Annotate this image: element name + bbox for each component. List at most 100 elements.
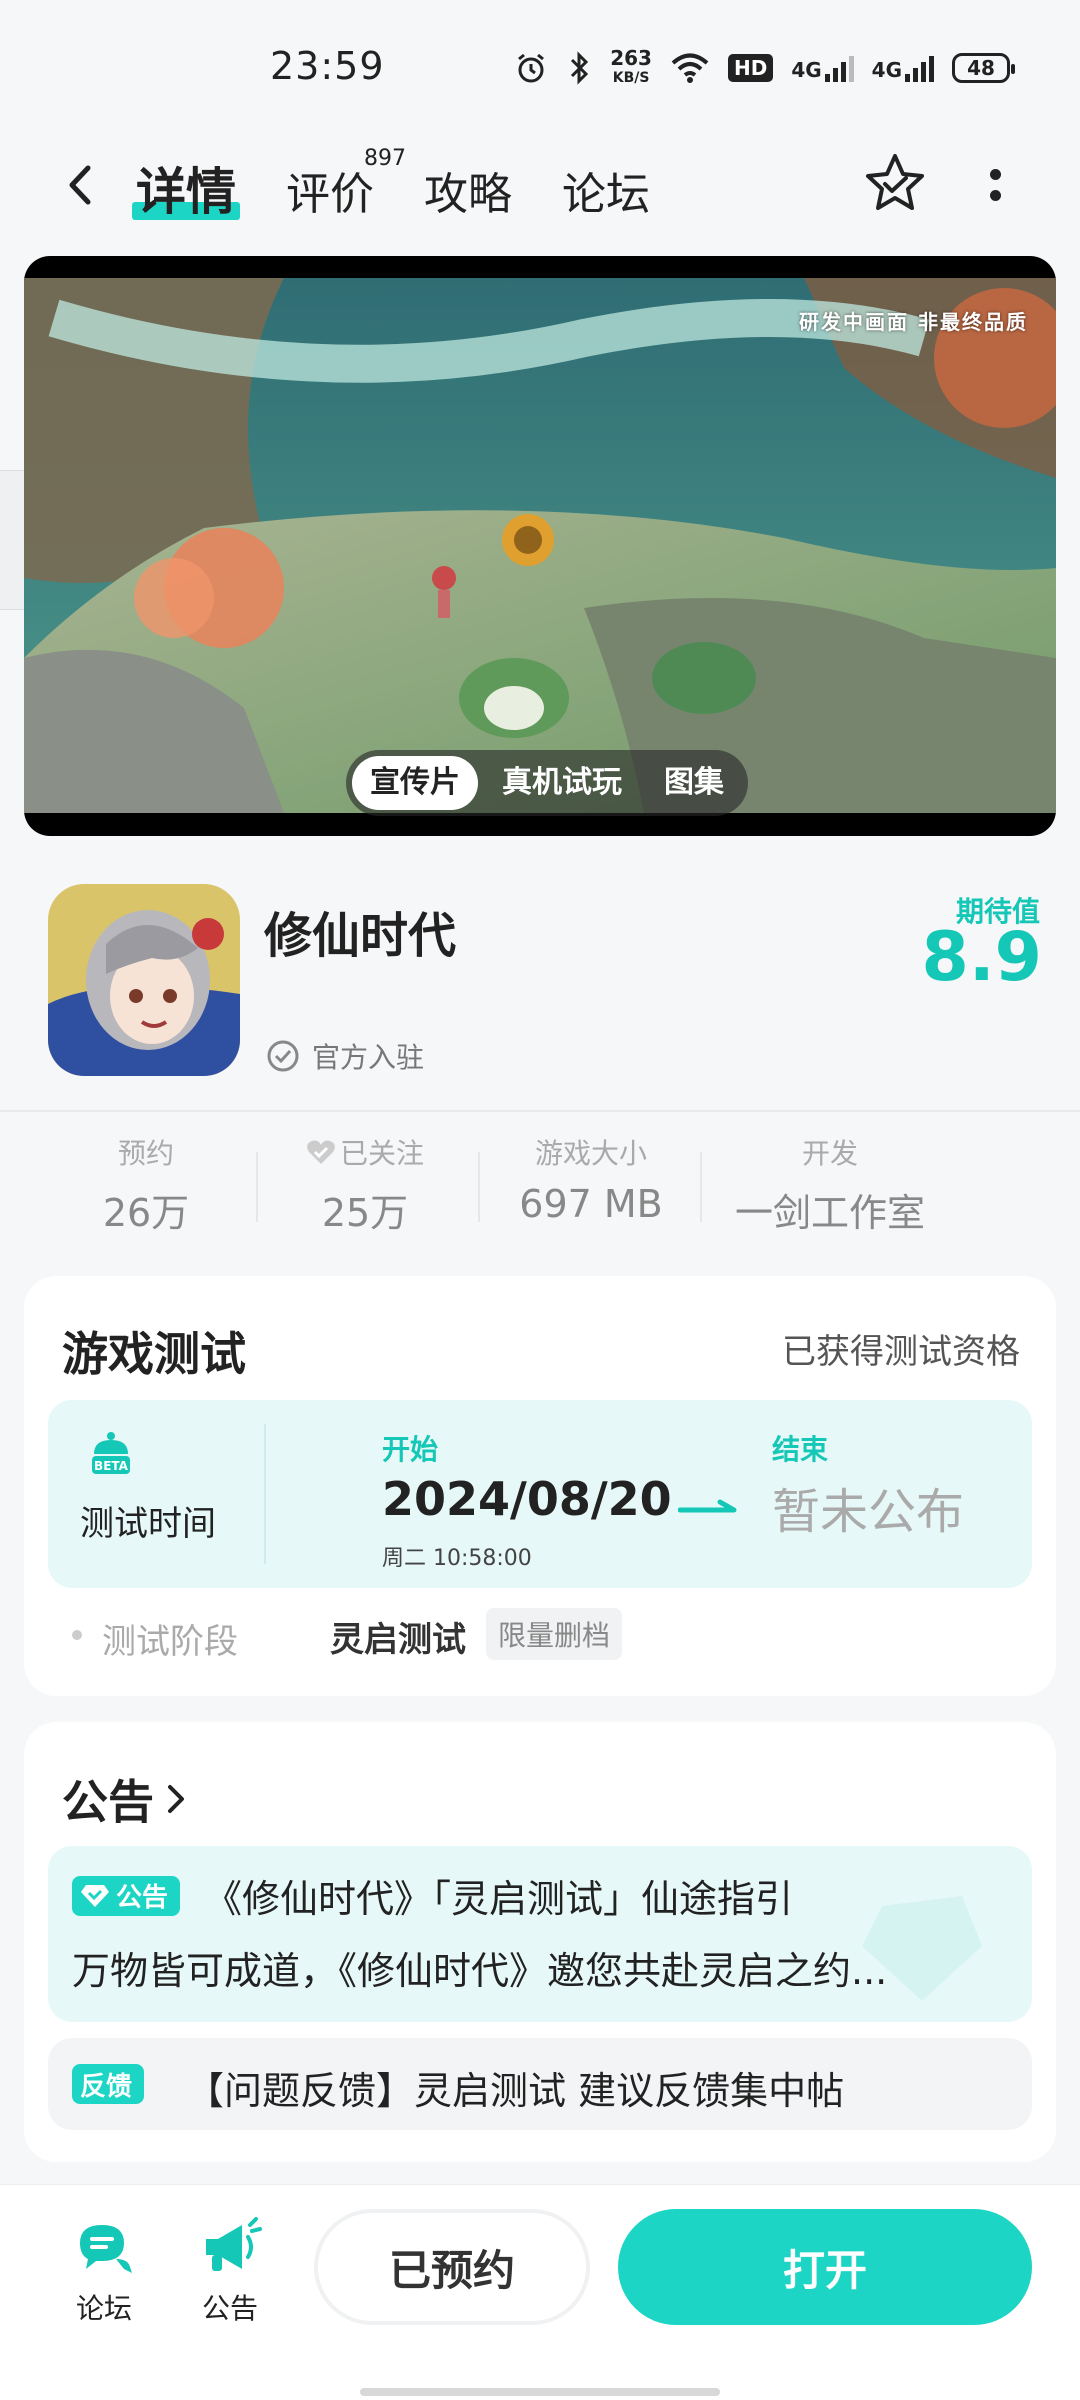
net-speed: 263 KB/S [610, 48, 652, 88]
tab-guides-label: 攻略 [424, 169, 512, 220]
game-test-card: 游戏测试 已获得测试资格 BETA 测试时间 开始 2024/08/20 周二 … [24, 1276, 1056, 1696]
forum-button[interactable]: 论坛 [64, 2215, 144, 2327]
notice-card: 公告 公告 《修仙时代》「灵启测试」仙途指引 万物皆可成道，《修仙时代》邀您共赴… [24, 1722, 1056, 2162]
section-divider [0, 1110, 1080, 1112]
stat-developer[interactable]: 开发 一剑工作室 [720, 1132, 940, 1237]
favorite-star-icon[interactable] [860, 148, 930, 218]
battery-icon: 48 [952, 53, 1015, 83]
game-title: 修仙时代 [264, 908, 457, 964]
test-phase-label: 测试阶段 [102, 1622, 238, 1662]
start-date: 2024/08/20 [382, 1472, 672, 1526]
stat-game-size: 游戏大小 697 MB [506, 1132, 676, 1226]
start-weekday-time: 周二 10:58:00 [382, 1546, 532, 1571]
net-speed-value: 263 [610, 46, 652, 70]
media-banner[interactable]: 研发中画面 非最终品质 宣传片 真机试玩 图集 [24, 256, 1056, 836]
stat-followers[interactable]: 已关注 25万 [290, 1132, 440, 1237]
top-nav: 详情 评价 897 攻略 论坛 [0, 130, 1080, 240]
signal-2: 4G [872, 54, 934, 82]
back-icon[interactable] [56, 160, 106, 210]
notice-button-label: 公告 [201, 2292, 258, 2325]
signal-1-label: 4G [791, 58, 822, 82]
status-icons: 263 KB/S HD 4G 4G 48 [514, 48, 1015, 88]
status-bar: 23:59 263 KB/S HD 4G 4G 48 [0, 0, 1080, 130]
forum-chat-icon [80, 2225, 132, 2273]
test-time-panel: BETA 测试时间 开始 2024/08/20 周二 10:58:00 结束 暂… [48, 1400, 1032, 1588]
stat-separator [700, 1152, 702, 1222]
beta-icon: BETA [92, 1432, 130, 1474]
open-game-button[interactable]: 打开 [618, 2209, 1032, 2325]
announcement-tag: 公告 [72, 1875, 181, 1916]
end-value: 暂未公布 [772, 1484, 965, 1540]
test-card-title: 游戏测试 [62, 1327, 246, 1381]
phase-bullet [72, 1630, 82, 1640]
test-phase-value: 灵启测试 [330, 1620, 466, 1660]
end-label: 结束 [772, 1433, 829, 1466]
media-tab-switcher: 宣传片 真机试玩 图集 [346, 750, 748, 816]
start-label: 开始 [382, 1433, 439, 1466]
stat-separator [478, 1152, 480, 1222]
test-qualification-status: 已获得测试资格 [782, 1332, 1020, 1372]
diamond-check-icon [81, 1884, 109, 1907]
stat-reservations: 预约 26万 [86, 1132, 206, 1237]
stat-game-size-label: 游戏大小 [534, 1137, 647, 1170]
stat-followers-label: 已关注 [339, 1137, 424, 1170]
media-tab-trailer[interactable]: 宣传片 [352, 756, 478, 810]
tab-forum[interactable]: 论坛 [562, 158, 650, 222]
tab-reviews-label: 评价 [286, 169, 374, 220]
test-panel-separator [264, 1424, 266, 1564]
game-promo-artwork [24, 278, 1056, 813]
forum-button-label: 论坛 [75, 2292, 132, 2325]
media-tab-gallery[interactable]: 图集 [646, 756, 742, 810]
announcement-tag-label: 公告 [116, 1883, 169, 1913]
stat-reservations-value: 26万 [102, 1191, 190, 1235]
alarm-icon [518, 53, 545, 83]
status-time: 23:59 [270, 44, 385, 88]
notice-header[interactable]: 公告 [62, 1766, 188, 1832]
beta-icon-text: BETA [94, 1459, 129, 1473]
stat-followers-value: 25万 [321, 1191, 409, 1235]
game-app-icon [48, 884, 240, 1076]
test-time-label: 测试时间 [80, 1504, 216, 1544]
notice-button[interactable]: 公告 [190, 2215, 270, 2327]
notice-item-announcement[interactable]: 公告 《修仙时代》「灵启测试」仙途指引 万物皆可成道，《修仙时代》邀您共赴灵启之… [48, 1846, 1032, 2022]
stats-row: 预约 26万 已关注 25万 游戏大小 697 MB 开发 一剑工作室 [0, 1132, 1080, 1242]
announcement-title: 《修仙时代》「灵启测试」仙途指引 [204, 1877, 794, 1921]
official-label: 官方入驻 [312, 1041, 425, 1074]
notice-item-feedback[interactable]: 反馈 【问题反馈】灵启测试 建议反馈集中帖 [48, 2038, 1032, 2130]
signal-2-label: 4G [871, 58, 902, 82]
hd-badge: HD [727, 54, 774, 82]
feedback-tag: 反馈 [72, 2064, 145, 2104]
tab-reviews[interactable]: 评价 [286, 158, 374, 222]
preview-watermark: 研发中画面 非最终品质 [799, 310, 1028, 334]
chevron-right-icon [168, 1785, 184, 1813]
stat-developer-value: 一剑工作室 [734, 1191, 925, 1235]
official-badge: 官方入驻 [266, 1036, 424, 1076]
stat-separator [256, 1152, 258, 1222]
game-header: 修仙时代 官方入驻 期待值 8.9 [0, 870, 1080, 1110]
notice-title: 公告 [62, 1775, 154, 1829]
tab-details-label: 详情 [136, 163, 236, 221]
stat-developer-label: 开发 [801, 1137, 858, 1170]
announcement-subtitle: 万物皆可成道，《修仙时代》邀您共赴灵启之约... [72, 1949, 888, 1993]
tab-forum-label: 论坛 [562, 169, 650, 220]
verified-check-icon [267, 1040, 299, 1072]
tab-details[interactable]: 详情 [132, 152, 240, 224]
reviews-count-badge: 897 [364, 146, 406, 171]
home-indicator[interactable] [360, 2388, 720, 2396]
stat-game-size-value: 697 MB [519, 1182, 663, 1226]
stat-reservations-label: 预约 [117, 1137, 174, 1170]
bottom-action-bar: 论坛 公告 已预约 打开 [0, 2184, 1080, 2400]
heart-icon [307, 1140, 335, 1164]
more-options-icon[interactable] [980, 160, 1010, 210]
arrow-right-icon [678, 1499, 737, 1513]
test-phase-tag: 限量删档 [486, 1608, 623, 1660]
expectation-score: 8.9 [921, 918, 1042, 997]
megaphone-icon [206, 2217, 262, 2271]
tab-guides[interactable]: 攻略 [424, 158, 512, 222]
reserved-button[interactable]: 已预约 [314, 2209, 590, 2325]
media-tab-gameplay[interactable]: 真机试玩 [484, 756, 640, 810]
net-speed-unit: KB/S [612, 70, 650, 86]
wifi-icon [671, 53, 709, 83]
feedback-title: 【问题反馈】灵启测试 建议反馈集中帖 [186, 2069, 845, 2113]
signal-1: 4G [791, 54, 854, 82]
